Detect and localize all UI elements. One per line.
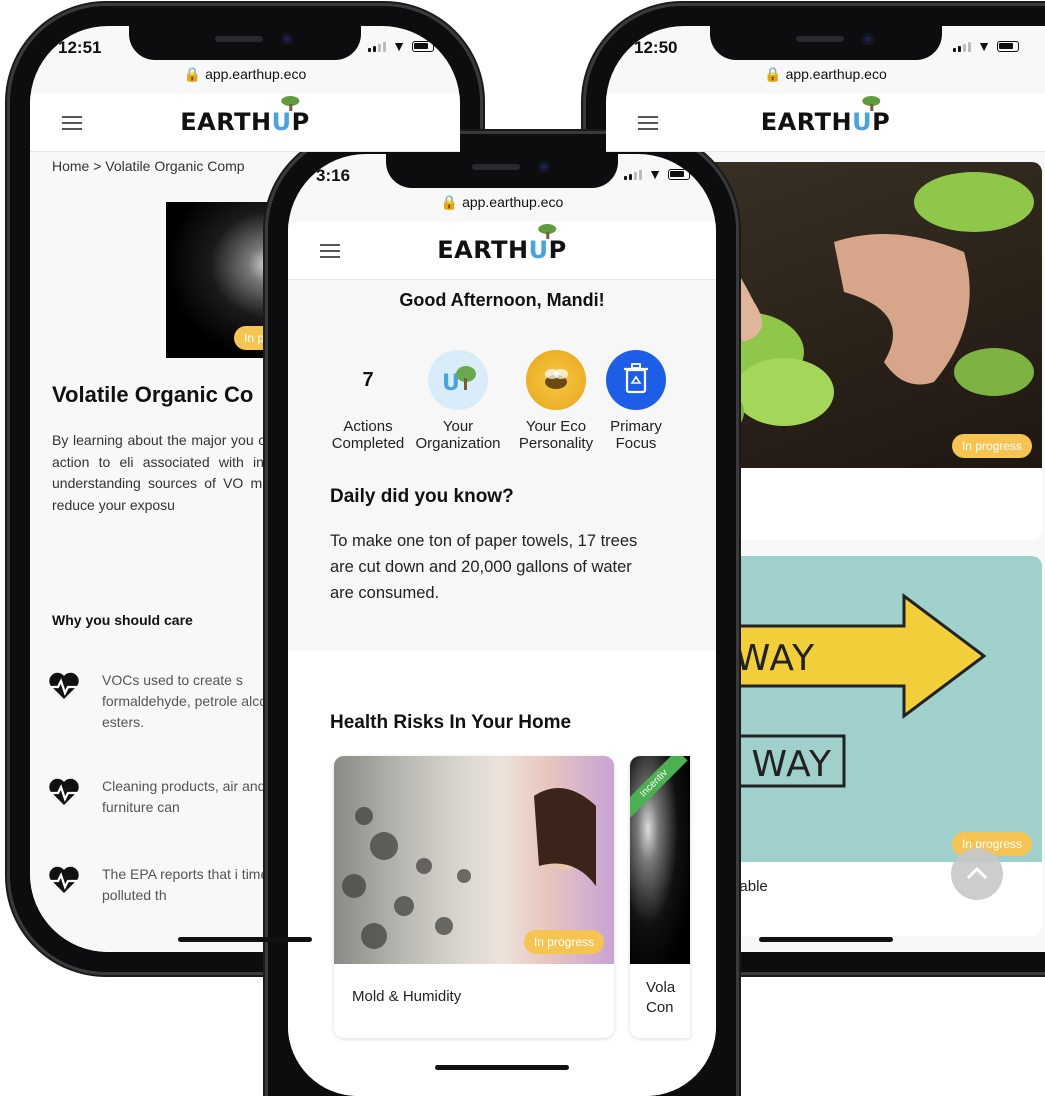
progress-badge: In progress xyxy=(523,930,604,954)
stat-label: Actions Completed xyxy=(331,418,405,452)
earthup-logo[interactable]: EARTHUP xyxy=(437,224,566,264)
home-indicator[interactable] xyxy=(758,937,893,942)
scroll-to-top-button[interactable] xyxy=(951,848,1003,900)
wifi-icon: ▼ xyxy=(977,38,991,54)
app-header: EARTHUP xyxy=(30,94,460,152)
signal-icon xyxy=(368,42,387,52)
address-bar[interactable]: 🔒 app.earthup.eco xyxy=(606,66,1045,94)
stat-label: Primary Focus xyxy=(610,418,662,452)
tree-icon xyxy=(279,96,301,111)
card-title: Mold & Humidity xyxy=(352,988,462,1005)
mold-image: In progress xyxy=(334,756,614,964)
did-you-know-heading: Daily did you know? xyxy=(330,486,514,507)
status-time: 12:50 xyxy=(634,38,678,57)
url-text: app.earthup.eco xyxy=(785,66,887,82)
notch xyxy=(386,154,618,188)
actions-count: 7 xyxy=(362,369,374,391)
progress-badge: In progress xyxy=(951,434,1032,458)
heart-pulse-icon xyxy=(49,778,79,805)
incentive-ribbon: Incentiv xyxy=(630,756,688,818)
health-risk-card-voc[interactable]: Incentiv Vola Con xyxy=(630,756,690,1038)
notch xyxy=(129,26,361,60)
stat-organization[interactable]: U Your Organization xyxy=(408,350,508,452)
app-header: EARTHUP xyxy=(606,94,1045,152)
battery-icon xyxy=(668,169,690,180)
battery-icon xyxy=(412,41,434,52)
article-title: Volatile Organic Co xyxy=(52,382,254,407)
home-indicator[interactable] xyxy=(435,1065,569,1070)
bee-icon xyxy=(526,350,586,410)
health-risks-heading: Health Risks In Your Home xyxy=(330,712,572,733)
card-title: Vola Con xyxy=(646,979,676,1016)
status-icons: ▼ xyxy=(624,166,690,182)
hamburger-menu-icon[interactable] xyxy=(62,116,82,130)
status-icons: ▼ xyxy=(953,38,1019,54)
signal-icon xyxy=(953,42,972,52)
stat-primary-focus[interactable]: Primary Focus xyxy=(586,350,686,452)
heart-pulse-icon xyxy=(49,866,79,893)
stats-row: 7 Actions Completed U Your Organization Yo… xyxy=(318,350,690,470)
organization-icon: U xyxy=(428,350,488,410)
dashboard: Good Afternoon, Mandi! 7 Actions Complete… xyxy=(288,280,716,1096)
status-time: 12:51 xyxy=(58,38,102,57)
chevron-up-icon xyxy=(966,866,988,880)
app-header: EARTHUP xyxy=(288,222,716,280)
center-phone: 3:16 ▼ 🔒 app.earthup.eco EARTHUP Good Af… xyxy=(268,134,736,1096)
stat-label: Your Organization xyxy=(415,418,501,452)
hamburger-menu-icon[interactable] xyxy=(320,244,340,258)
health-risks-section: Health Risks In Your Home In progress Mo… xyxy=(288,650,716,1096)
address-bar[interactable]: 🔒 app.earthup.eco xyxy=(30,66,460,94)
did-you-know-text: To make one ton of paper towels, 17 tree… xyxy=(330,532,638,602)
tree-icon xyxy=(536,224,558,239)
wifi-icon: ▼ xyxy=(648,166,662,182)
greeting: Good Afternoon, Mandi! xyxy=(399,290,605,310)
url-text: app.earthup.eco xyxy=(205,66,307,82)
voc-image: Incentiv xyxy=(630,756,690,964)
earthup-logo[interactable]: EARTHUP xyxy=(180,96,309,136)
tree-icon xyxy=(860,96,882,111)
center-screen: 3:16 ▼ 🔒 app.earthup.eco EARTHUP Good Af… xyxy=(288,154,716,1096)
heart-pulse-icon xyxy=(49,672,79,699)
status-icons: ▼ xyxy=(368,38,434,54)
breadcrumb[interactable]: Home > Volatile Organic Comp xyxy=(52,158,245,174)
earthup-logo[interactable]: EARTHUP xyxy=(761,96,890,136)
signal-icon xyxy=(624,170,643,180)
recycle-bin-icon xyxy=(606,350,666,410)
status-time: 3:16 xyxy=(316,166,351,185)
battery-icon xyxy=(997,41,1019,52)
address-bar[interactable]: 🔒 app.earthup.eco xyxy=(288,194,716,222)
health-risk-card-mold[interactable]: In progress Mold & Humidity xyxy=(334,756,614,1038)
notch xyxy=(709,26,942,60)
wifi-icon: ▼ xyxy=(392,38,406,54)
stat-actions-completed[interactable]: 7 Actions Completed xyxy=(318,350,418,452)
url-text: app.earthup.eco xyxy=(462,194,564,210)
home-indicator[interactable] xyxy=(178,937,312,942)
why-heading: Why you should care xyxy=(52,612,193,628)
hamburger-menu-icon[interactable] xyxy=(638,116,658,130)
